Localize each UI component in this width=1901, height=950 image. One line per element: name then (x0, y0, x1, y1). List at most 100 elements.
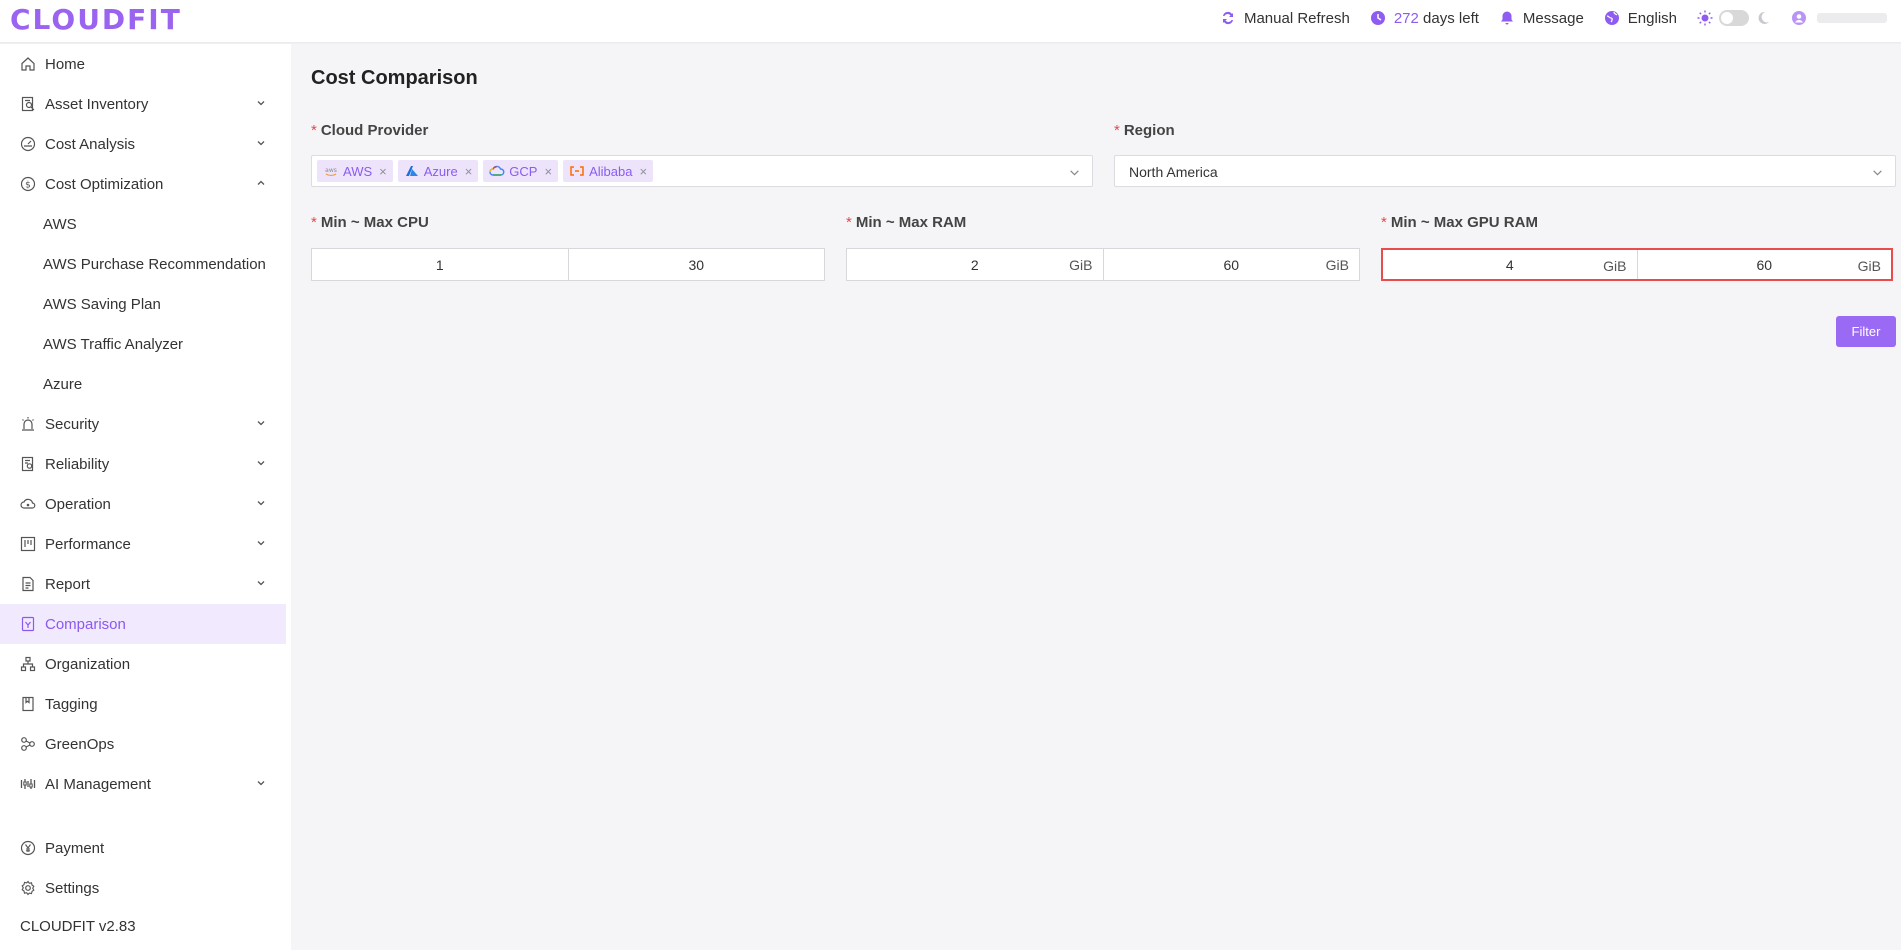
svg-text:$: $ (25, 181, 31, 191)
filter-button[interactable]: Filter (1836, 316, 1896, 347)
chevron-down-icon (1070, 170, 1079, 176)
close-icon[interactable]: × (379, 164, 387, 179)
sidebar-item-label: Tagging (45, 695, 98, 713)
message-button[interactable]: Message (1499, 10, 1584, 27)
unit-label: GiB (1069, 257, 1093, 273)
sidebar-item-aws-traffic-analyzer[interactable]: AWS Traffic Analyzer (0, 324, 286, 364)
language-selector[interactable]: English (1604, 10, 1677, 27)
cloud-provider-label: * Cloud Provider (311, 122, 429, 139)
manual-refresh-label: Manual Refresh (1243, 9, 1350, 27)
sidebar-item-security[interactable]: Security (0, 404, 286, 444)
clock-icon (1370, 11, 1385, 25)
sidebar-item-ai-management[interactable]: AI Management (0, 764, 286, 804)
language-label: English (1627, 9, 1677, 27)
gpu-ram-range: 4 GiB 60 GiB (1381, 248, 1893, 281)
sidebar-item-cost-optimization[interactable]: $ Cost Optimization (0, 164, 286, 204)
required-asterisk: * (846, 214, 852, 231)
required-asterisk: * (311, 214, 317, 231)
provider-tag-azure: Azure × (397, 160, 479, 182)
sidebar-item-operation[interactable]: Operation (0, 484, 286, 524)
alarm-icon (20, 416, 36, 432)
sidebar-item-organization[interactable]: Organization (0, 644, 286, 684)
selected-providers: aws AWS × Azure × GCP × Alibaba × (317, 160, 654, 182)
sidebar-item-performance[interactable]: Performance (0, 524, 286, 564)
sidebar-item-cost-analysis[interactable]: Cost Analysis (0, 124, 286, 164)
sidebar-item-label: Cost Optimization (45, 175, 164, 193)
reliability-icon (20, 456, 36, 472)
sidebar-item-asset-inventory[interactable]: Asset Inventory (0, 84, 286, 124)
chevron-down-icon (257, 581, 265, 586)
gpu-ram-max-input[interactable]: 60 GiB (1636, 250, 1892, 279)
manual-refresh-button[interactable]: Manual Refresh (1220, 10, 1350, 27)
provider-tag-aws: aws AWS × (317, 160, 393, 182)
report-icon (20, 576, 36, 592)
cpu-min-input[interactable]: 1 (312, 249, 568, 280)
sidebar-item-aws-saving-plan[interactable]: AWS Saving Plan (0, 284, 286, 324)
header-actions: Manual Refresh 272 days left Message Eng… (1220, 0, 1887, 36)
message-label: Message (1522, 9, 1584, 27)
region-select[interactable]: North America (1114, 155, 1896, 187)
close-icon[interactable]: × (639, 164, 647, 179)
sidebar-item-label: AWS Traffic Analyzer (43, 335, 184, 353)
gpu-ram-range-label: * Min ~ Max GPU RAM (1381, 214, 1538, 231)
user-menu[interactable] (1791, 10, 1887, 26)
sidebar-item-label: Security (45, 415, 100, 433)
unit-label: GiB (1857, 258, 1881, 274)
sidebar-item-label: Organization (45, 655, 131, 673)
ram-max-input[interactable]: 60 GiB (1102, 249, 1360, 280)
close-icon[interactable]: × (465, 164, 473, 179)
sidebar-item-label: GreenOps (45, 735, 115, 753)
alibaba-logo-icon (570, 166, 584, 176)
sidebar-item-label: Operation (45, 495, 111, 513)
cloud-provider-select[interactable]: aws AWS × Azure × GCP × Alibaba × (311, 155, 1093, 187)
required-asterisk: * (1381, 214, 1387, 231)
sidebar-item-comparison[interactable]: Comparison (0, 604, 286, 644)
unit-label: GiB (1603, 258, 1627, 274)
aws-logo-icon: aws (325, 167, 337, 177)
main-content: Cost Comparison * Cloud Provider aws AWS … (291, 44, 1901, 950)
sidebar-item-aws-purchase-recommendation[interactable]: AWS Purchase Recommendation (0, 244, 286, 284)
ai-icon (20, 776, 36, 792)
performance-icon (20, 536, 36, 552)
chevron-up-icon (257, 180, 265, 185)
cloud-icon (20, 496, 36, 512)
sidebar-item-aws[interactable]: AWS (0, 204, 286, 244)
chevron-down-icon (257, 461, 265, 466)
chevron-down-icon (1873, 170, 1882, 176)
cpu-max-input[interactable]: 30 (567, 249, 825, 280)
bell-icon (1500, 11, 1513, 25)
sidebar-item-azure[interactable]: Azure (0, 364, 286, 404)
unit-label: GiB (1325, 257, 1349, 273)
sidebar-item-tagging[interactable]: Tagging (0, 684, 286, 724)
theme-toggle[interactable] (1697, 10, 1771, 26)
sidebar-item-home[interactable]: Home (0, 44, 286, 84)
svg-text:aws: aws (325, 167, 337, 174)
sidebar-item-greenops[interactable]: GreenOps (0, 724, 286, 764)
required-asterisk: * (311, 122, 317, 139)
dollar-icon: $ (20, 176, 36, 192)
sidebar: Home Asset Inventory Cost Analysis $ Cos… (0, 44, 291, 950)
sidebar-item-payment[interactable]: Payment (0, 828, 286, 868)
inventory-icon (20, 96, 36, 112)
sidebar-item-report[interactable]: Report (0, 564, 286, 604)
ram-range: 2 GiB 60 GiB (846, 248, 1360, 281)
theme-switch[interactable] (1719, 10, 1749, 26)
gauge-icon (20, 136, 36, 152)
provider-tag-alibaba: Alibaba × (563, 160, 654, 182)
gear-icon (20, 880, 36, 896)
chevron-down-icon (257, 541, 265, 546)
sidebar-item-label: Performance (45, 535, 131, 553)
app-logo[interactable]: CLOUDFIT (10, 3, 182, 36)
sidebar-item-label: AI Management (45, 775, 151, 793)
gpu-ram-min-input[interactable]: 4 GiB (1383, 250, 1637, 279)
cpu-range: 1 30 (311, 248, 825, 281)
top-header: CLOUDFIT Manual Refresh 272 days left Me… (0, 0, 1901, 43)
sidebar-item-reliability[interactable]: Reliability (0, 444, 286, 484)
close-icon[interactable]: × (544, 164, 552, 179)
chevron-down-icon (257, 421, 265, 426)
ram-min-input[interactable]: 2 GiB (847, 249, 1103, 280)
refresh-icon (1222, 11, 1233, 25)
sidebar-item-settings[interactable]: Settings (0, 868, 286, 908)
days-left-indicator: 272 days left (1370, 10, 1479, 27)
days-label: days left (1423, 9, 1479, 27)
